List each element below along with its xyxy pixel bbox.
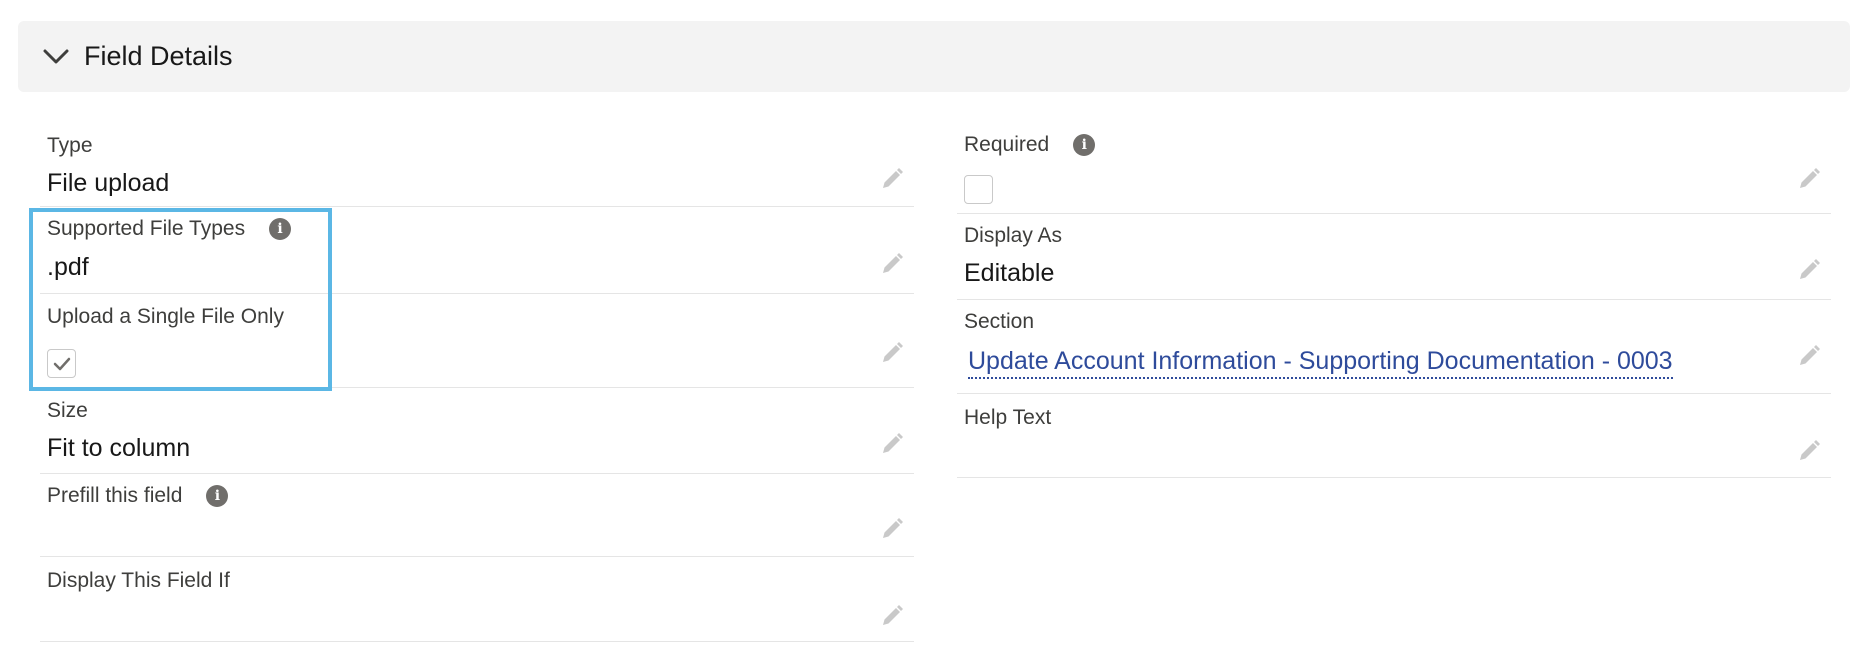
field-details-section-header[interactable]: Field Details bbox=[18, 21, 1850, 92]
field-label: Upload a Single File Only bbox=[47, 305, 284, 328]
pencil-icon[interactable] bbox=[880, 604, 904, 628]
pencil-icon[interactable] bbox=[1797, 167, 1821, 191]
info-icon[interactable]: i bbox=[206, 485, 229, 507]
field-supported-file-types: Supported File Types i .pdf bbox=[40, 207, 914, 294]
chevron-down-icon[interactable] bbox=[42, 43, 70, 71]
field-display-this-field-if: Display This Field If bbox=[40, 557, 914, 642]
pencil-icon[interactable] bbox=[1797, 439, 1821, 463]
field-upload-single-file: Upload a Single File Only bbox=[40, 294, 914, 388]
field-prefill: Prefill this field i bbox=[40, 474, 914, 557]
field-size: Size Fit to column bbox=[40, 388, 914, 474]
field-help-text: Help Text bbox=[957, 394, 1831, 478]
field-display-as: Display As Editable bbox=[957, 214, 1831, 300]
info-icon[interactable]: i bbox=[1073, 134, 1096, 156]
field-value: Editable bbox=[964, 259, 1055, 287]
pencil-icon[interactable] bbox=[880, 517, 904, 541]
pencil-icon[interactable] bbox=[1797, 258, 1821, 282]
pencil-icon[interactable] bbox=[880, 341, 904, 365]
field-label: Prefill this field bbox=[47, 484, 183, 507]
field-label: Display This Field If bbox=[47, 569, 230, 592]
pencil-icon[interactable] bbox=[880, 167, 904, 191]
info-icon[interactable]: i bbox=[269, 218, 292, 240]
pencil-icon[interactable] bbox=[1797, 344, 1821, 368]
field-label: Help Text bbox=[964, 406, 1052, 429]
field-section: Section Update Account Information - Sup… bbox=[957, 300, 1831, 394]
field-label: Supported File Types bbox=[47, 217, 246, 240]
upload-single-file-checkbox[interactable] bbox=[47, 349, 76, 378]
field-label: Size bbox=[47, 399, 88, 422]
field-value: File upload bbox=[47, 169, 170, 197]
pencil-icon[interactable] bbox=[880, 252, 904, 276]
field-label: Display As bbox=[964, 224, 1063, 247]
field-value: .pdf bbox=[47, 253, 89, 281]
section-link[interactable]: Update Account Information - Supporting … bbox=[968, 347, 1673, 379]
field-label: Section bbox=[964, 310, 1035, 333]
field-value: Fit to column bbox=[47, 434, 191, 462]
field-type: Type File upload bbox=[40, 125, 914, 207]
field-label: Type bbox=[47, 134, 93, 157]
required-checkbox[interactable] bbox=[964, 175, 993, 204]
field-required: Required i bbox=[957, 125, 1831, 214]
section-title: Field Details bbox=[84, 41, 233, 71]
field-label: Required bbox=[964, 133, 1050, 156]
left-field-column: Type File upload Supported File Types i … bbox=[40, 125, 914, 642]
right-field-column: Required i Display As Editable Section U… bbox=[957, 125, 1831, 478]
pencil-icon[interactable] bbox=[880, 432, 904, 456]
